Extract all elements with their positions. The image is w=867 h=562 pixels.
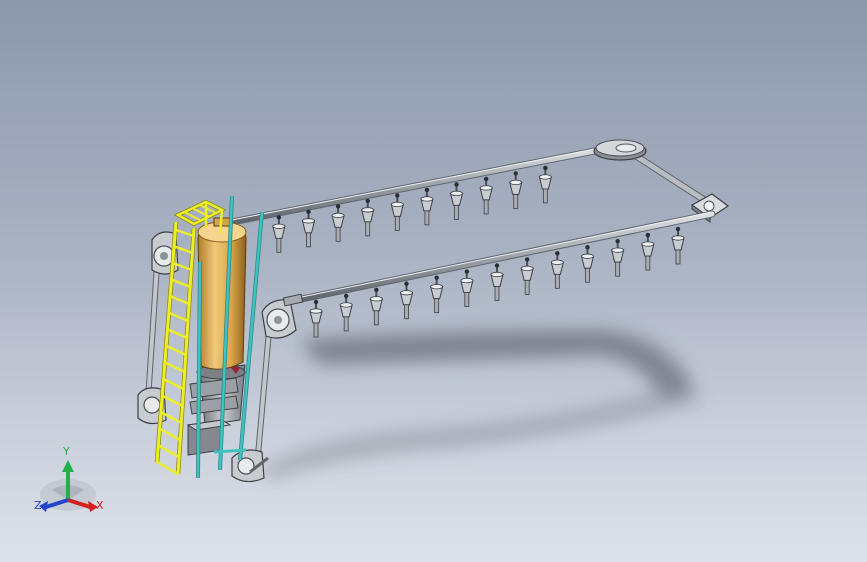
spray-nozzle	[479, 176, 493, 215]
ladder-rung	[170, 295, 190, 306]
spray-nozzle	[399, 281, 414, 320]
spray-nozzle	[430, 275, 444, 314]
spray-nozzle	[331, 204, 345, 242]
spray-nozzle	[339, 293, 353, 332]
spray-nozzle	[641, 232, 655, 271]
spray-nozzle	[361, 198, 375, 237]
ladder-rung	[164, 361, 186, 374]
spray-nozzle	[580, 245, 595, 283]
spray-nozzle	[449, 182, 464, 220]
spray-nozzle	[309, 299, 323, 338]
spray-nozzle	[671, 226, 685, 265]
spray-nozzle	[420, 187, 434, 226]
coordinate-axes-icon	[39, 460, 98, 512]
spray-nozzle	[611, 238, 625, 277]
spray-nozzle	[550, 251, 564, 289]
lower-right-pulley[interactable]	[231, 449, 269, 483]
spray-nozzle	[460, 269, 474, 307]
z-axis-label: Z	[34, 499, 42, 512]
back-corner-pulley[interactable]	[593, 139, 647, 161]
spray-nozzle	[538, 165, 552, 204]
floor-shadow	[260, 330, 700, 480]
y-axis-label: Y	[63, 445, 70, 458]
spray-nozzle	[509, 171, 523, 209]
spray-nozzle	[390, 193, 404, 231]
ladder-rung	[159, 427, 181, 442]
spray-nozzle	[301, 209, 316, 248]
spray-nozzle	[272, 215, 286, 253]
ladder-rung	[157, 444, 180, 459]
ladder-rung	[171, 278, 192, 289]
spray-nozzle	[490, 263, 504, 301]
ladder-rung	[163, 378, 185, 391]
assembly-model[interactable]	[0, 0, 867, 562]
spray-nozzle	[520, 257, 534, 295]
tank[interactable]	[197, 217, 247, 370]
ladder-rung	[165, 344, 187, 357]
back-rail[interactable]	[228, 144, 614, 226]
mid-right-pulley[interactable]	[261, 293, 304, 339]
end-rail[interactable]	[626, 148, 716, 209]
front-nozzle-row	[309, 226, 685, 338]
ladder-rung	[168, 311, 189, 323]
spray-nozzle	[369, 287, 383, 326]
ladder-rung	[175, 228, 195, 238]
cad-viewport[interactable]: Y X Z	[0, 0, 867, 562]
x-axis-label: X	[96, 499, 104, 512]
ladder-rung	[156, 460, 179, 476]
ladder-rung	[167, 328, 188, 340]
